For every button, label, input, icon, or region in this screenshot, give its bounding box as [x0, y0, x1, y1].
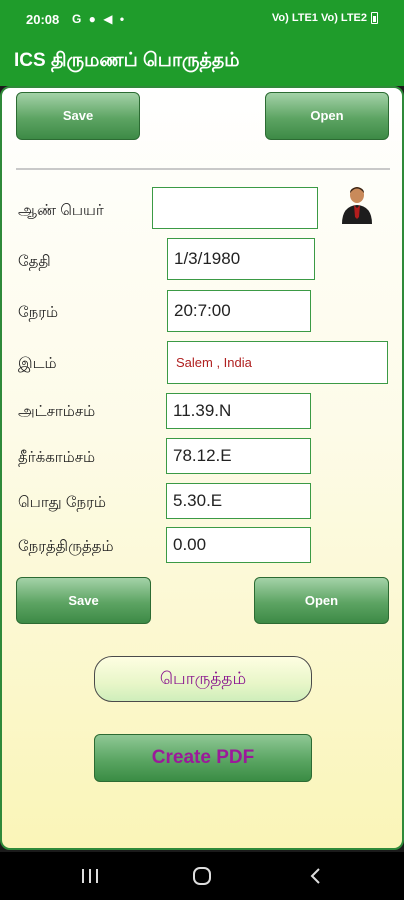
date-label: தேதி [18, 253, 51, 270]
latitude-input[interactable]: 11.39.N [166, 393, 311, 429]
porutham-button-label: பொருத்தம் [159, 669, 247, 688]
date-input[interactable]: 1/3/1980 [167, 238, 315, 280]
latitude-label: அட்சாம்சம் [18, 403, 96, 420]
porutham-button[interactable]: பொருத்தம் [94, 656, 312, 702]
recents-icon[interactable] [78, 864, 102, 888]
time-input[interactable]: 20:7:00 [167, 290, 311, 332]
longitude-label: தீர்க்காம்சம் [18, 449, 96, 466]
correction-label: நேரத்திருத்தம் [18, 538, 114, 555]
place-input[interactable]: Salem , India [167, 341, 388, 384]
place-label: இடம் [18, 355, 57, 372]
timezone-label: பொது நேரம் [18, 494, 106, 511]
open-button-top[interactable]: Open [265, 92, 389, 140]
longitude-input[interactable]: 78.12.E [166, 438, 311, 474]
status-system-icons: Vo) LTE1 Vo) LTE2 [272, 12, 378, 24]
name-input[interactable] [152, 187, 318, 229]
time-label: நேரம் [18, 304, 59, 321]
timezone-input[interactable]: 5.30.E [166, 483, 311, 519]
open-button-top-label: Open [310, 108, 344, 123]
save-button-top[interactable]: Save [16, 92, 140, 140]
person-avatar-icon[interactable] [340, 184, 374, 224]
app-title: ICS திருமணப் பொருத்தம் [14, 50, 240, 71]
create-pdf-button-label: Create PDF [151, 747, 255, 768]
status-notification-icons: G ● ◀ • [72, 12, 127, 26]
save-button-bottom[interactable]: Save [16, 577, 151, 624]
battery-icon [371, 12, 378, 24]
home-icon[interactable] [190, 864, 214, 888]
save-button-bottom-label: Save [68, 593, 99, 608]
navigation-bar [0, 852, 404, 900]
name-label: ஆண் பெயர் [18, 202, 104, 219]
back-icon[interactable] [304, 864, 328, 888]
status-time: 20:08 [26, 12, 60, 27]
divider [16, 168, 390, 170]
open-button-bottom[interactable]: Open [254, 577, 389, 624]
signal-icons: Vo) LTE1 Vo) LTE2 [271, 12, 367, 24]
correction-input[interactable]: 0.00 [166, 527, 311, 563]
open-button-bottom-label: Open [304, 593, 339, 608]
status-bar: 20:08 G ● ◀ • Vo) LTE1 Vo) LTE2 [0, 0, 404, 40]
create-pdf-button[interactable]: Create PDF [94, 734, 312, 782]
save-button-top-label: Save [62, 108, 94, 123]
app-bar: ICS திருமணப் பொருத்தம் [0, 40, 404, 86]
